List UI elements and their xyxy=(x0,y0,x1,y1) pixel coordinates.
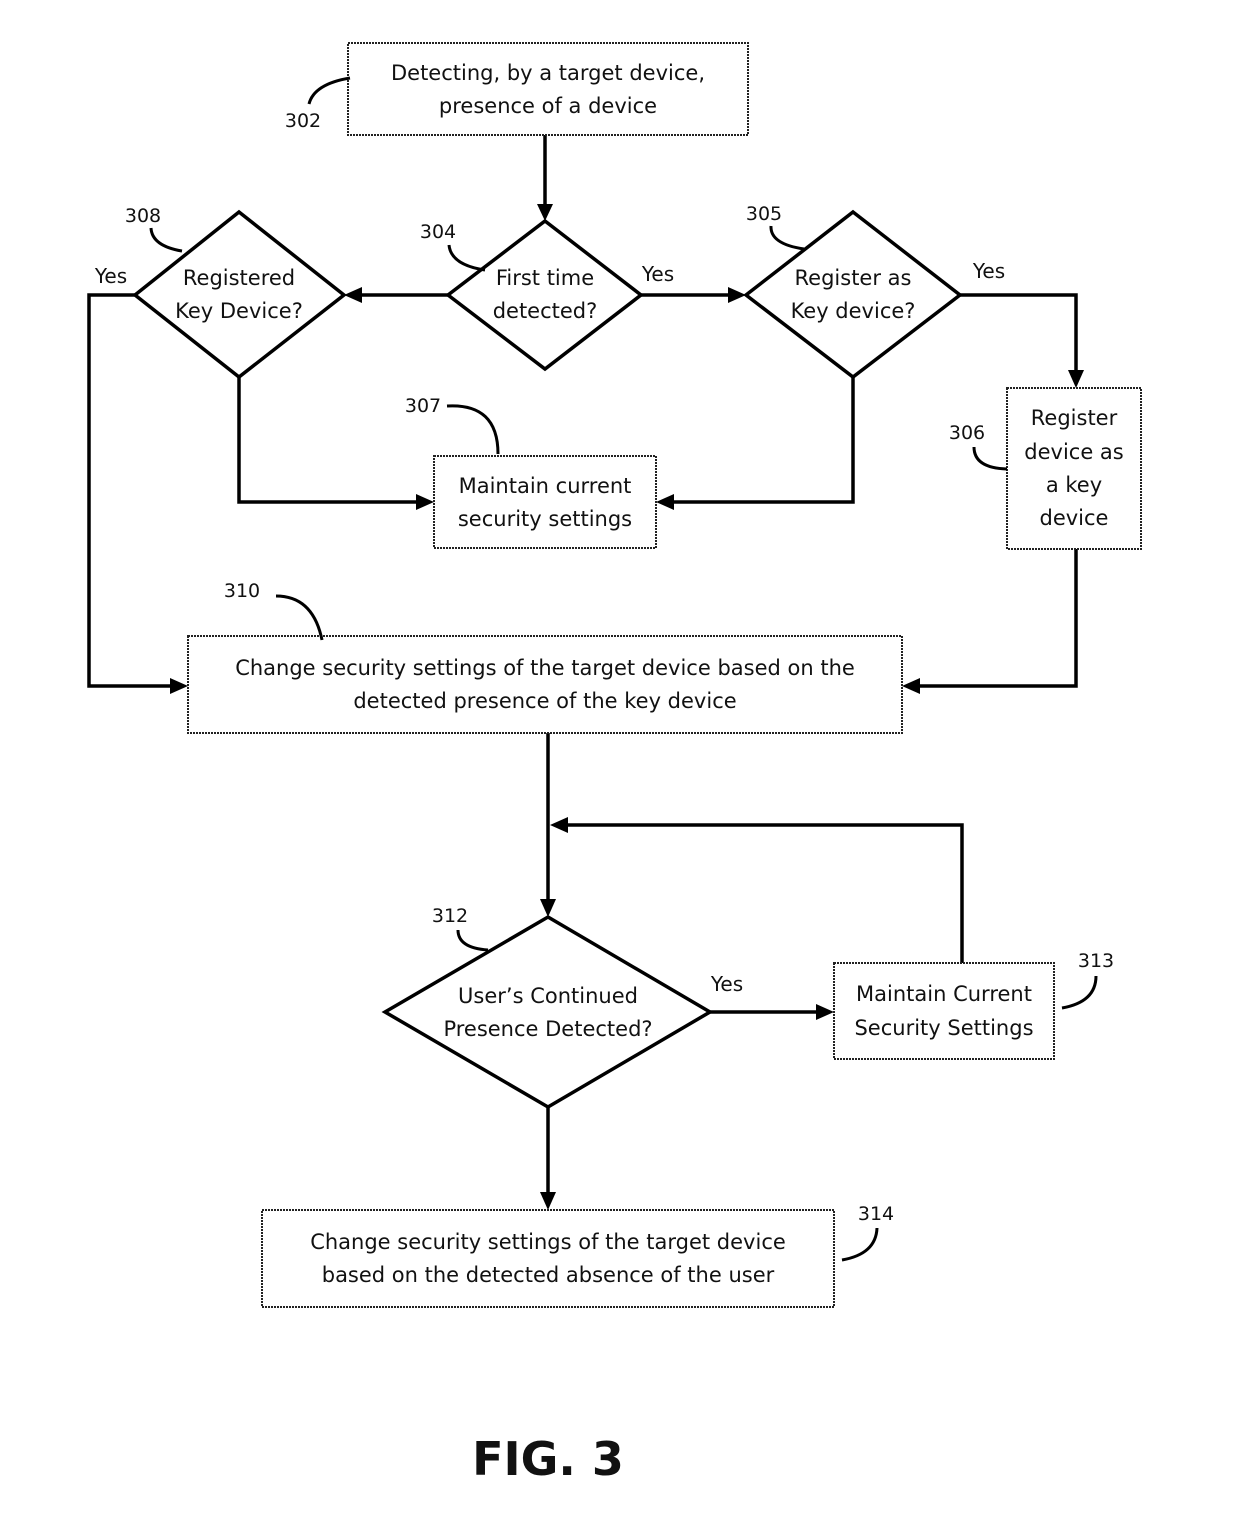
node-305-register-as-key: Register as Key device? xyxy=(743,209,963,380)
node-312-continued-presence: User’s Continued Presence Detected? xyxy=(381,914,714,1110)
flowchart-diagram: Yes Yes Yes Yes Detecting, by a target d… xyxy=(87,42,1142,1486)
node-312-line-2: Presence Detected? xyxy=(443,1017,652,1041)
node-314-line-2: based on the detected absence of the use… xyxy=(322,1263,775,1287)
arrowhead-305-306 xyxy=(1068,370,1084,388)
node-306-register-device: Register device as a key device xyxy=(1006,387,1142,550)
edge-306-310 xyxy=(916,549,1078,688)
arrowhead-305-307 xyxy=(656,494,674,510)
decision-diamond xyxy=(743,209,963,380)
edge-305-306 xyxy=(960,293,1078,374)
leader-308 xyxy=(149,227,183,253)
edge-label-312-yes: Yes xyxy=(710,972,743,996)
node-305-line-1: Register as xyxy=(795,266,912,290)
node-307-line-2: security settings xyxy=(458,507,632,531)
node-305-line-2: Key device? xyxy=(791,299,916,323)
node-306-line-1: Register xyxy=(1031,406,1118,430)
node-304-line-1: First time xyxy=(496,266,594,290)
node-314-change-settings-absence: Change security settings of the target d… xyxy=(261,1209,835,1308)
edge-308-307 xyxy=(237,377,420,504)
leader-302 xyxy=(307,76,351,105)
node-308-registered-key-device: Registered Key Device? xyxy=(132,209,347,380)
node-313-line-1: Maintain Current xyxy=(856,982,1032,1006)
node-306-line-2: device as xyxy=(1024,440,1123,464)
edge-308-310 xyxy=(87,293,174,688)
process-box xyxy=(347,42,749,136)
node-310-line-1: Change security settings of the target d… xyxy=(235,656,855,680)
edge-label-304-yes: Yes xyxy=(641,262,674,286)
decision-diamond xyxy=(381,914,714,1110)
leader-305 xyxy=(769,225,805,251)
edge-label-308-yes: Yes xyxy=(94,264,127,288)
leader-304 xyxy=(447,244,486,272)
arrowhead-312-313 xyxy=(816,1004,834,1020)
ref-310: 310 xyxy=(224,580,260,602)
node-308-line-1: Registered xyxy=(183,266,295,290)
arrowhead-312-314 xyxy=(540,1192,556,1210)
leader-306 xyxy=(972,446,1008,471)
arrowhead-306-310 xyxy=(902,678,920,694)
node-302-line-1: Detecting, by a target device, xyxy=(391,61,705,85)
node-304-first-time-detected: First time detected? xyxy=(445,218,644,372)
process-box xyxy=(433,455,657,549)
process-box xyxy=(187,635,903,734)
node-304-line-2: detected? xyxy=(493,299,598,323)
figure-caption: FIG. 3 xyxy=(472,1432,624,1486)
ref-305: 305 xyxy=(746,203,782,225)
node-312-line-1: User’s Continued xyxy=(458,984,638,1008)
ref-312: 312 xyxy=(432,905,468,927)
node-310-line-2: detected presence of the key device xyxy=(353,689,736,713)
node-313-maintain-current-settings: Maintain Current Security Settings xyxy=(833,962,1055,1060)
ref-313: 313 xyxy=(1078,950,1114,972)
arrowhead-302-304 xyxy=(537,204,553,221)
node-302-line-2: presence of a device xyxy=(439,94,657,118)
edge-313-312 xyxy=(564,823,964,963)
arrowhead-308-307 xyxy=(416,494,434,510)
process-box xyxy=(261,1209,835,1308)
leader-314 xyxy=(841,1227,879,1262)
node-307-line-1: Maintain current xyxy=(459,474,632,498)
node-313-line-2: Security Settings xyxy=(854,1016,1033,1040)
node-307-maintain-current-settings: Maintain current security settings xyxy=(433,455,657,549)
ref-302: 302 xyxy=(285,110,321,132)
leader-312 xyxy=(456,929,489,952)
node-308-line-2: Key Device? xyxy=(175,299,303,323)
node-310-change-settings-presence: Change security settings of the target d… xyxy=(187,635,903,734)
edge-label-305-yes: Yes xyxy=(972,259,1005,283)
decision-diamond xyxy=(445,218,644,372)
ref-314: 314 xyxy=(858,1203,894,1225)
leader-313 xyxy=(1061,975,1098,1010)
arrowhead-310-312 xyxy=(540,899,556,917)
edge-305-307 xyxy=(670,377,855,504)
ref-308: 308 xyxy=(125,205,161,227)
leader-310 xyxy=(275,594,324,641)
decision-diamond xyxy=(132,209,347,380)
node-306-line-3: a key xyxy=(1046,473,1102,497)
node-302-detect-presence: Detecting, by a target device, presence … xyxy=(347,42,749,136)
leader-307 xyxy=(446,404,500,455)
node-306-line-4: device xyxy=(1040,506,1109,530)
ref-306: 306 xyxy=(949,422,985,444)
node-314-line-1: Change security settings of the target d… xyxy=(310,1230,786,1254)
ref-307: 307 xyxy=(405,395,441,417)
ref-304: 304 xyxy=(420,221,456,243)
process-box xyxy=(833,962,1055,1060)
arrowhead-308-310 xyxy=(170,678,188,694)
arrowhead-313-312 xyxy=(550,817,568,833)
